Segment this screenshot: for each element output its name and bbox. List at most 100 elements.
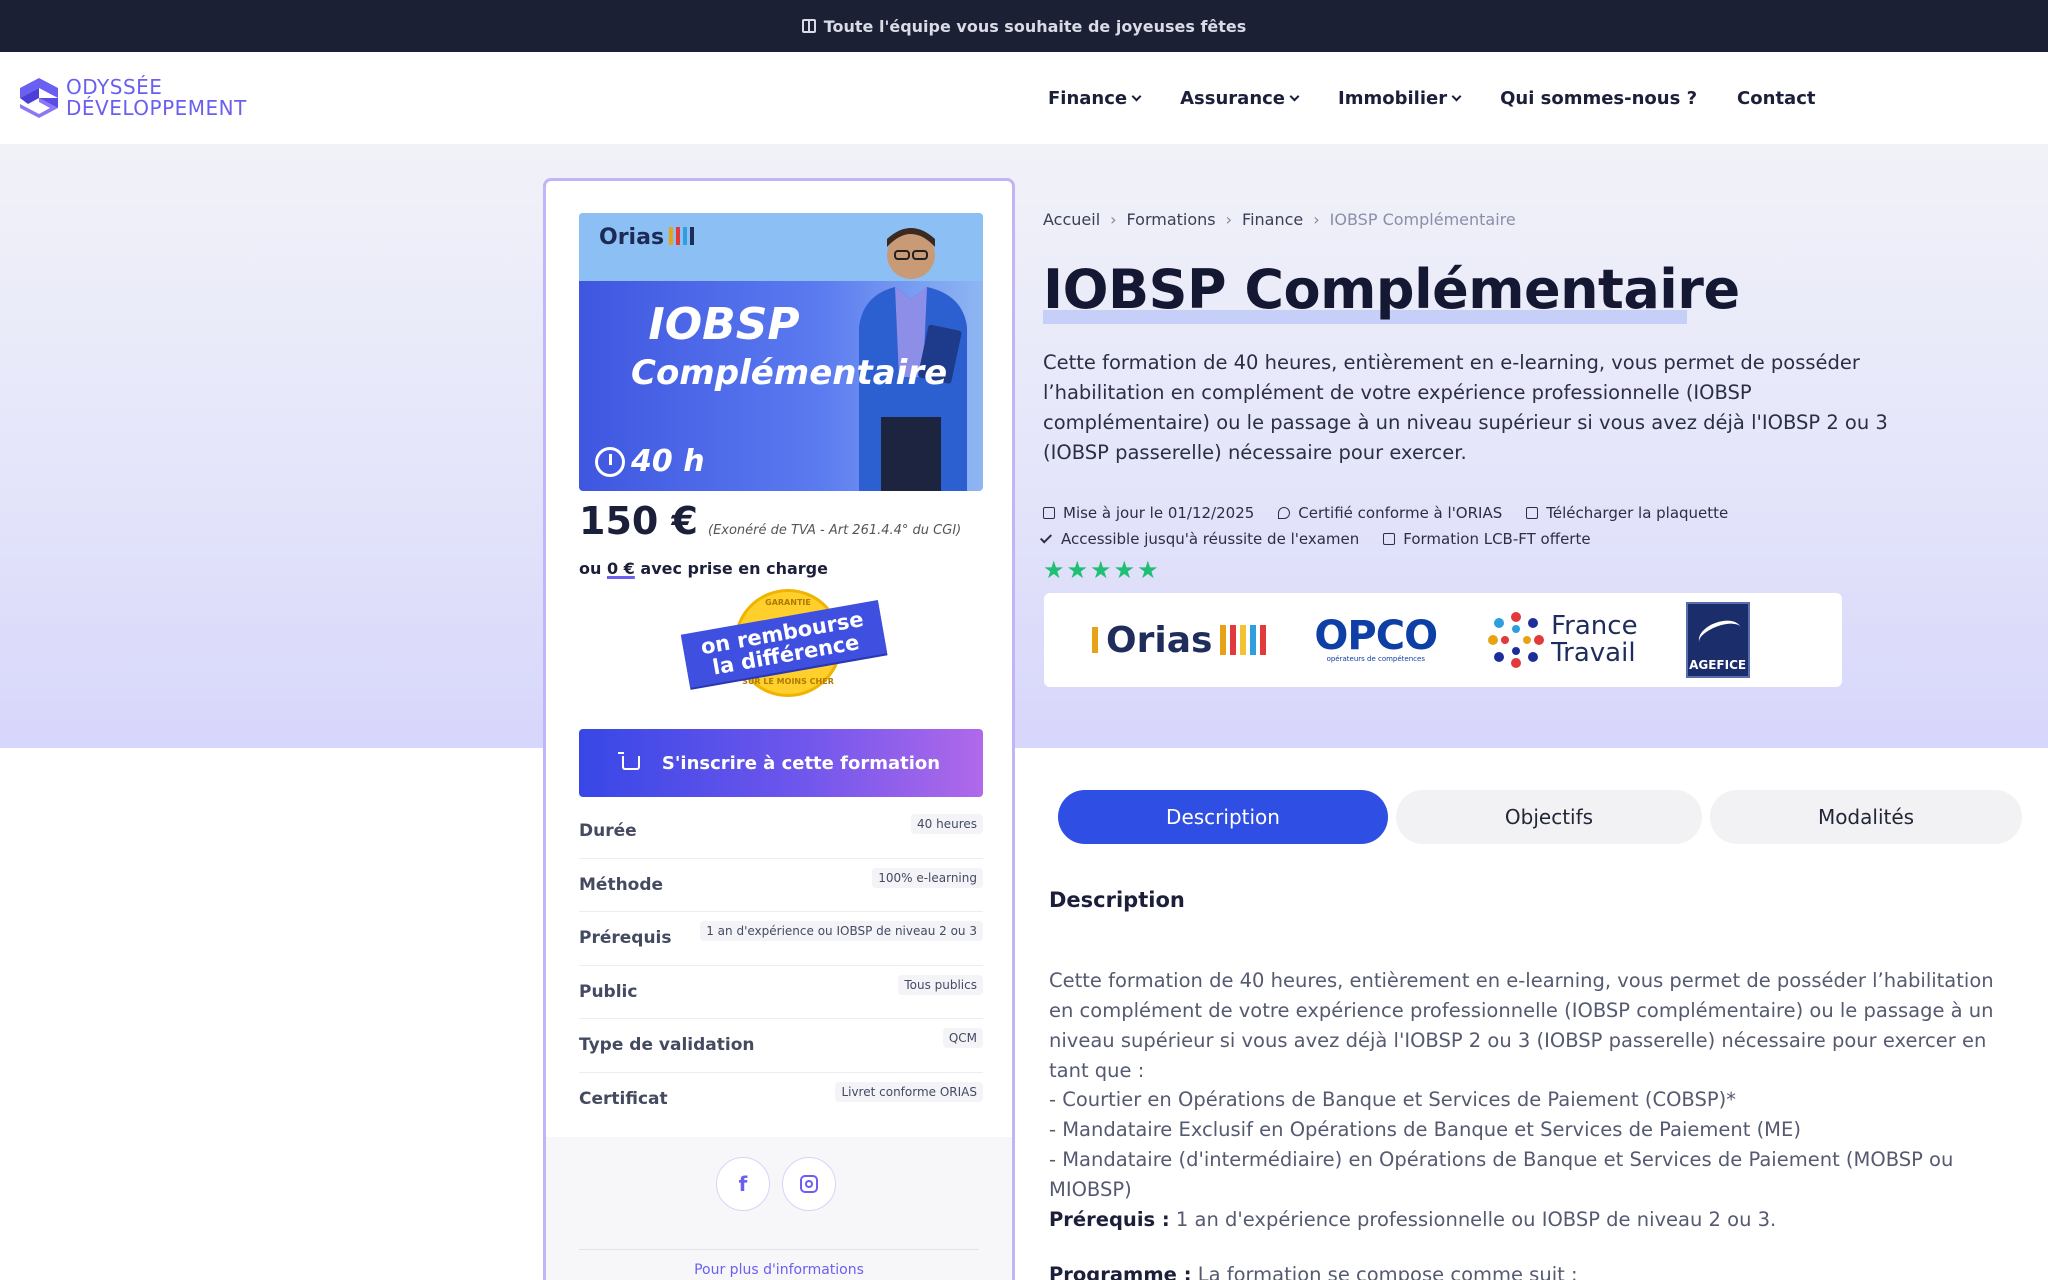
spec-label: Type de validation [579, 1035, 755, 1056]
alt-price-amount: 0 € [606, 559, 635, 578]
meta-certified-text: Certifié conforme à l'ORIAS [1298, 504, 1503, 522]
nav-item-about[interactable]: Qui sommes-nous ? [1500, 88, 1697, 109]
instagram-icon[interactable] [782, 1157, 836, 1211]
alt-price: ou 0 € avec prise en charge [579, 559, 828, 578]
nav-item-immobilier[interactable]: Immobilier [1338, 88, 1462, 109]
gift-icon [801, 19, 816, 33]
meta-download-text: Télécharger la plaquette [1546, 504, 1729, 522]
meta-access: Accessible jusqu'à réussite de l'examen [1039, 530, 1359, 548]
enroll-button[interactable]: S'inscrire à cette formation [579, 729, 983, 797]
list-item: - Mandataire Exclusif en Opérations de B… [1049, 1118, 1801, 1141]
logo-icon [20, 78, 58, 118]
guarantee-badge: GARANTIE SUR LE MOINS CHER on rembourse … [680, 585, 888, 715]
instagram-glyph [800, 1175, 818, 1193]
download-icon [1526, 507, 1539, 519]
breadcrumb-formations[interactable]: Formations [1127, 210, 1216, 229]
badge-bottom-text: SUR LE MOINS CHER [742, 677, 834, 686]
content-tabs: Description Objectifs Modalités [1058, 790, 2022, 844]
calendar-icon [1043, 507, 1055, 519]
image-title-line-1: IOBSP [648, 299, 800, 350]
image-duration: 40 h [595, 444, 705, 479]
spec-row-method: Méthode 100% e-learning [579, 859, 983, 912]
spec-row-certificate: Certificat Livret conforme ORIAS [579, 1073, 983, 1127]
chevron-down-icon [1289, 91, 1300, 102]
announcement-text: Toute l'équipe vous souhaite de joyeuses… [823, 16, 1247, 36]
france-travail-line-1: France [1551, 611, 1638, 641]
opco-subtitle: opérateurs de compétences [1326, 655, 1425, 663]
prereq-paragraph: Prérequis : 1 an d'expérience profession… [1049, 1205, 2029, 1235]
opco-name: OPCO [1314, 613, 1438, 659]
spec-label: Certificat [579, 1089, 668, 1110]
product-image: Orias IOBSP Complémentaire 40 h [579, 213, 983, 491]
programme-text: La formation se compose comme suit : [1191, 1263, 1578, 1280]
nav-item-assurance[interactable]: Assurance [1180, 88, 1300, 109]
programme-paragraph: Programme : La formation se compose comm… [1049, 1260, 2029, 1280]
main-nav: Finance Assurance Immobilier Qui sommes-… [1048, 88, 1855, 109]
agefice-text: AGEFICE [1689, 658, 1747, 672]
meta-line: Accessible jusqu'à réussite de l'examen … [1039, 526, 1943, 552]
france-travail-dots-icon [1488, 612, 1545, 668]
spec-row-prereq: Prérequis 1 an d'expérience ou IOBSP de … [579, 912, 983, 966]
product-card: Orias IOBSP Complémentaire 40 h 150 € (E… [543, 178, 1015, 1280]
facebook-glyph: f [738, 1172, 748, 1196]
agefice-logo: AGEFICE [1685, 602, 1750, 678]
breadcrumb-home[interactable]: Accueil [1043, 210, 1100, 229]
tab-modalites[interactable]: Modalités [1710, 790, 2022, 844]
list-item: - Mandataire (d'intermédiaire) en Opérat… [1049, 1148, 1954, 1201]
breadcrumb-current: IOBSP Complémentaire [1329, 210, 1516, 229]
nav-label: Qui sommes-nous ? [1500, 88, 1698, 109]
specs-list: Durée 40 heures Méthode 100% e-learning … [579, 805, 983, 1126]
spec-value: 100% e-learning [872, 867, 983, 888]
rating-stars: ★★★★★ [1043, 556, 1161, 584]
spec-value: Livret conforme ORIAS [835, 1082, 983, 1103]
partner-logos: Orias OPCO opérateurs de compétences Fra… [1044, 593, 1842, 687]
meta-download[interactable]: Télécharger la plaquette [1526, 504, 1728, 522]
brand-line-2: DÉVELOPPEMENT [66, 96, 247, 120]
spec-label: Méthode [579, 874, 664, 895]
chevron-right-icon: › [1110, 210, 1117, 229]
prereq-text: 1 an d'expérience professionnelle ou IOB… [1169, 1208, 1777, 1231]
card-footer: f Pour plus d'informations [546, 1137, 1012, 1280]
orias-logo: Orias [1092, 620, 1267, 661]
alt-price-suffix: avec prise en charge [640, 559, 828, 578]
spec-label: Durée [579, 821, 637, 842]
social-links: f [716, 1157, 836, 1211]
chevron-down-icon [1451, 91, 1462, 102]
clock-icon [595, 446, 625, 477]
price-block: 150 € (Exonéré de TVA - Art 261.4.4° du … [579, 499, 961, 543]
tab-objectifs[interactable]: Objectifs [1396, 790, 1702, 844]
orias-mini-logo: Orias [599, 225, 665, 250]
spec-label: Prérequis [579, 928, 672, 949]
alt-price-prefix: ou [579, 559, 602, 578]
site-header: ODYSSÉE DÉVELOPPEMENT Finance Assurance … [0, 52, 2048, 144]
image-duration-text: 40 h [631, 444, 705, 479]
brand-logo[interactable]: ODYSSÉE DÉVELOPPEMENT [18, 76, 247, 120]
spec-row-public: Public Tous publics [579, 966, 983, 1019]
nav-label: Finance [1048, 88, 1128, 109]
badge-top-text: GARANTIE [765, 598, 811, 607]
spec-row-duration: Durée 40 heures [579, 805, 983, 859]
breadcrumb-finance[interactable]: Finance [1242, 210, 1303, 229]
cart-icon [617, 752, 640, 770]
nav-item-finance[interactable]: Finance [1048, 88, 1142, 109]
gift-icon [1383, 533, 1396, 545]
nav-label: Assurance [1180, 88, 1286, 109]
meta-updated: Mise à jour le 01/12/2025 [1043, 504, 1254, 522]
programme-label: Programme : [1049, 1263, 1192, 1280]
spec-value: Tous publics [898, 974, 983, 995]
more-info-link[interactable]: Pour plus d'informations [579, 1249, 979, 1278]
chevron-down-icon [1131, 91, 1142, 102]
description-body: Cette formation de 40 heures, entièremen… [1049, 969, 1994, 1082]
nav-item-contact[interactable]: Contact [1737, 88, 1815, 109]
brand-name: ODYSSÉE DÉVELOPPEMENT [66, 77, 247, 119]
facebook-icon[interactable]: f [716, 1157, 770, 1211]
spec-value: 1 an d'expérience ou IOBSP de niveau 2 o… [700, 921, 983, 942]
tab-description[interactable]: Description [1058, 790, 1388, 844]
spec-label: Public [579, 981, 638, 1002]
spec-row-validation: Type de validation QCM [579, 1019, 983, 1073]
description-list: - Courtier en Opérations de Banque et Se… [1049, 1085, 2029, 1205]
nav-label: Immobilier [1338, 88, 1448, 109]
breadcrumb: Accueil › Formations › Finance › IOBSP C… [1043, 210, 1516, 229]
france-travail-label: France Travail [1551, 613, 1637, 667]
intro-text: Cette formation de 40 heures, entièremen… [1043, 351, 1888, 464]
